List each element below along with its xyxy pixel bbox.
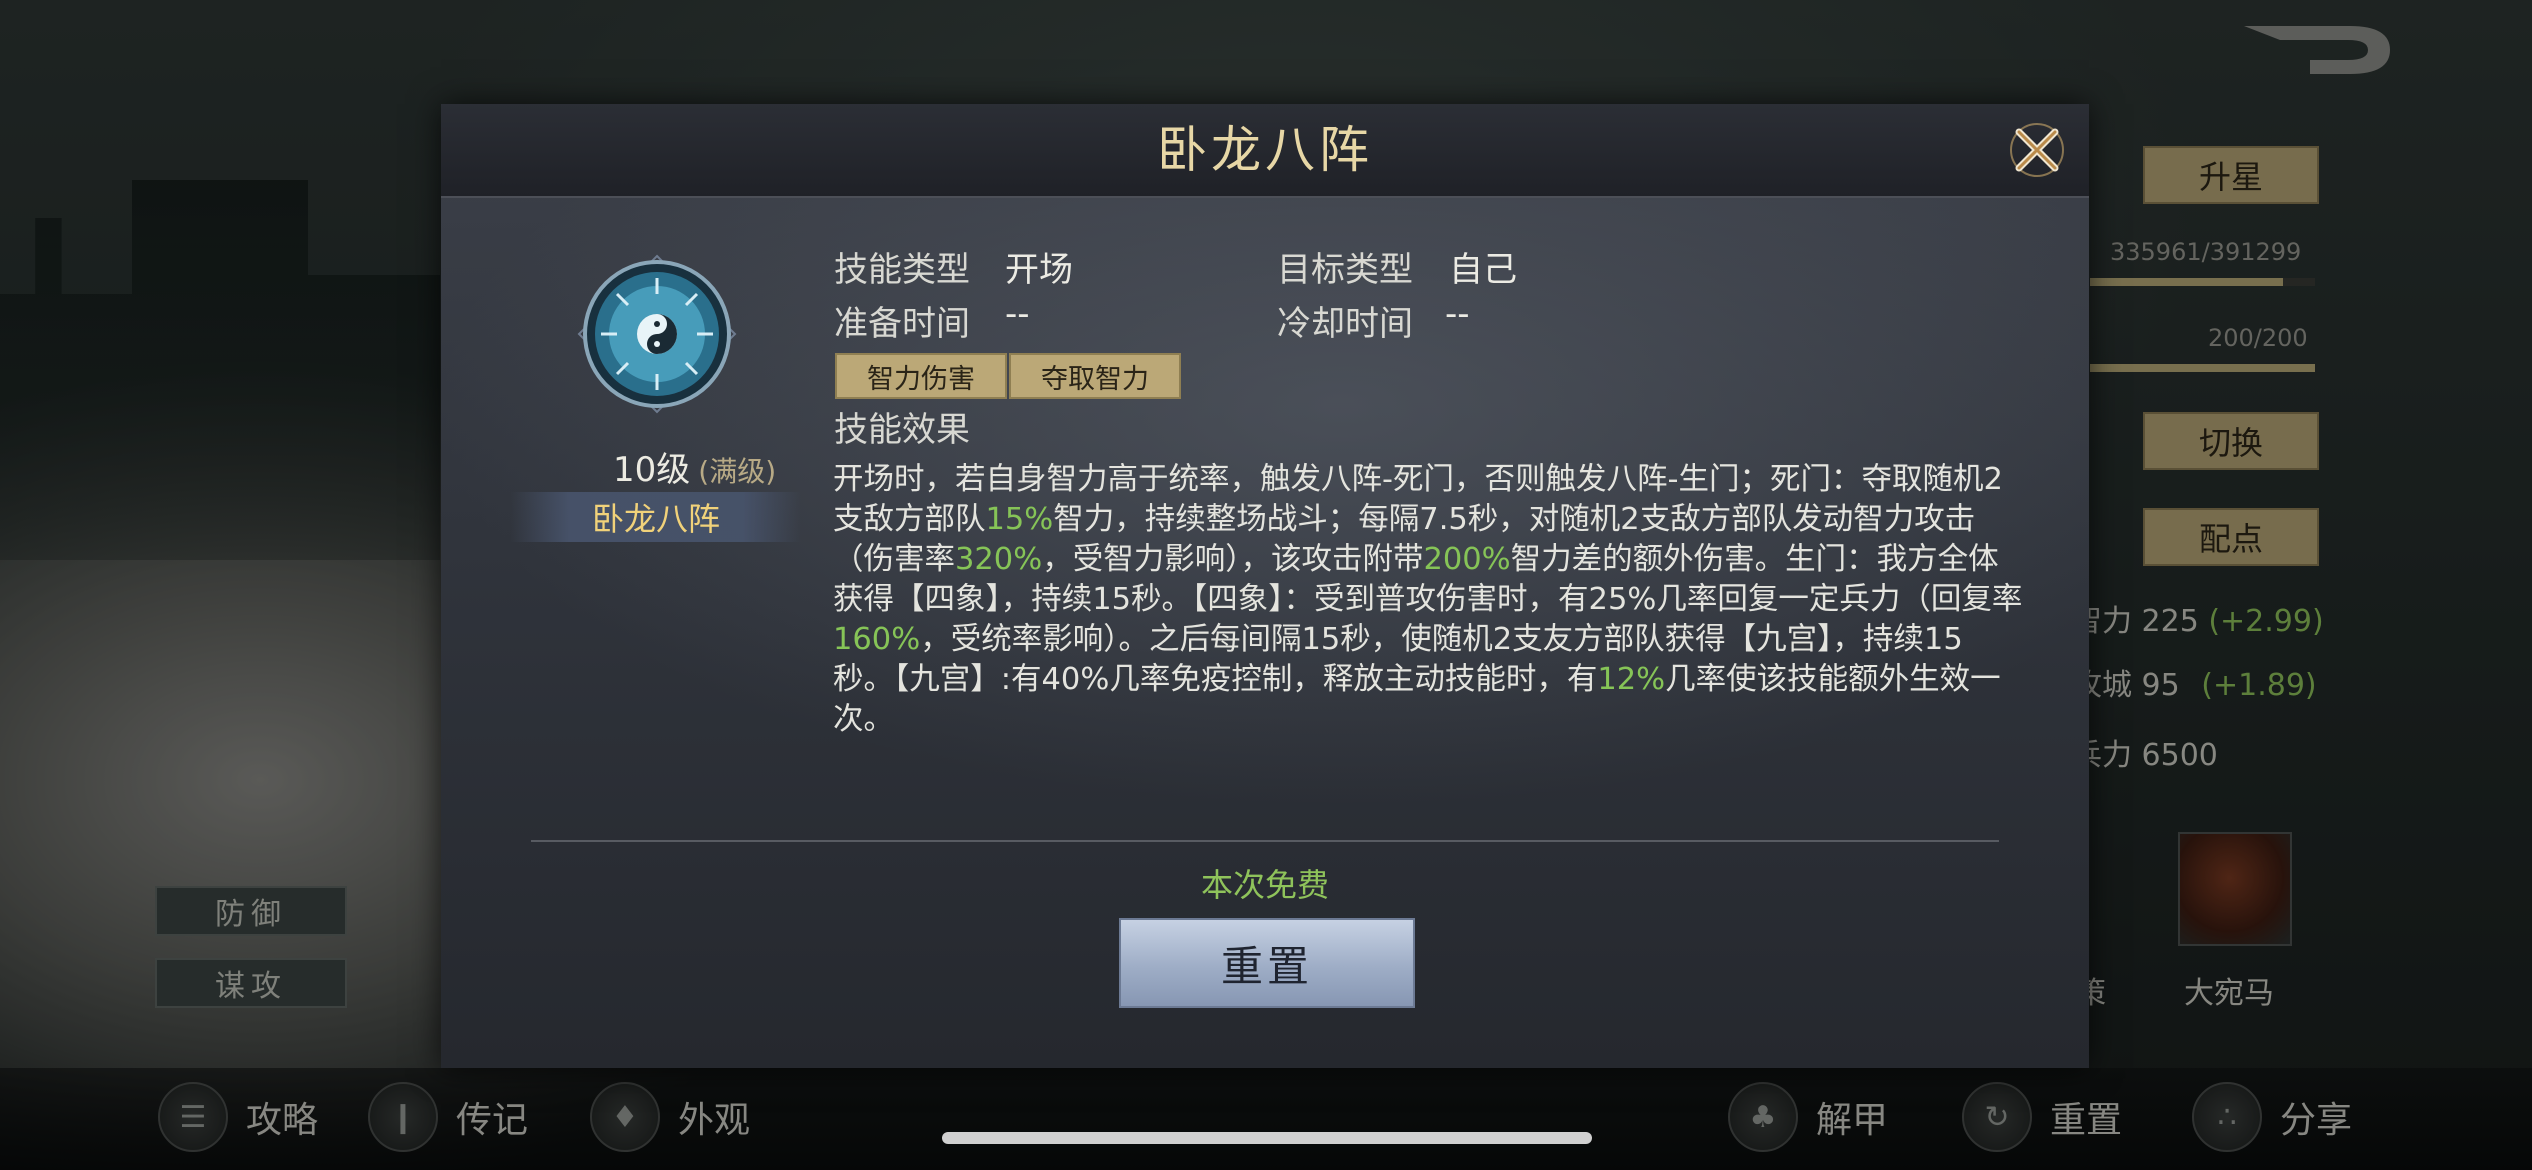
effect-title: 技能效果 bbox=[834, 410, 970, 450]
skill-detail-modal: 卧龙八阵 10级 (满级) 卧龙八阵 技能类型 开场 目标类型 自己 准备时间 -… bbox=[441, 104, 2089, 1068]
target-type-value: 自己 bbox=[1449, 250, 1517, 290]
bagua-taiji-icon bbox=[577, 254, 737, 414]
max-level-label: (满级) bbox=[698, 455, 777, 488]
modal-title: 卧龙八阵 bbox=[1157, 121, 1373, 179]
cooldown-label: 冷却时间 bbox=[1277, 304, 1413, 344]
reset-button[interactable]: 重置 bbox=[1119, 918, 1415, 1008]
close-x-icon[interactable] bbox=[2007, 120, 2067, 180]
divider bbox=[531, 840, 1999, 842]
skill-type-value: 开场 bbox=[1005, 250, 1073, 290]
prep-time-value: -- bbox=[1005, 294, 1030, 334]
free-reset-note: 本次免费 bbox=[1200, 866, 1329, 904]
effect-description: 开场时，若自身智力高于统率，触发八阵-死门，否则触发八阵-生门；死门：夺取随机2… bbox=[833, 462, 2023, 737]
target-type-label: 目标类型 bbox=[1277, 250, 1413, 290]
tag-intellect-damage: 智力伤害 bbox=[835, 353, 1007, 399]
tag-steal-intellect: 夺取智力 bbox=[1009, 353, 1181, 399]
skill-level: 10级 (满级) bbox=[613, 450, 777, 490]
prep-time-label: 准备时间 bbox=[834, 304, 970, 344]
cooldown-value: -- bbox=[1445, 294, 1470, 334]
skill-name-plate: 卧龙八阵 bbox=[511, 492, 801, 542]
skill-type-label: 技能类型 bbox=[834, 250, 970, 290]
home-indicator[interactable] bbox=[942, 1132, 1592, 1144]
